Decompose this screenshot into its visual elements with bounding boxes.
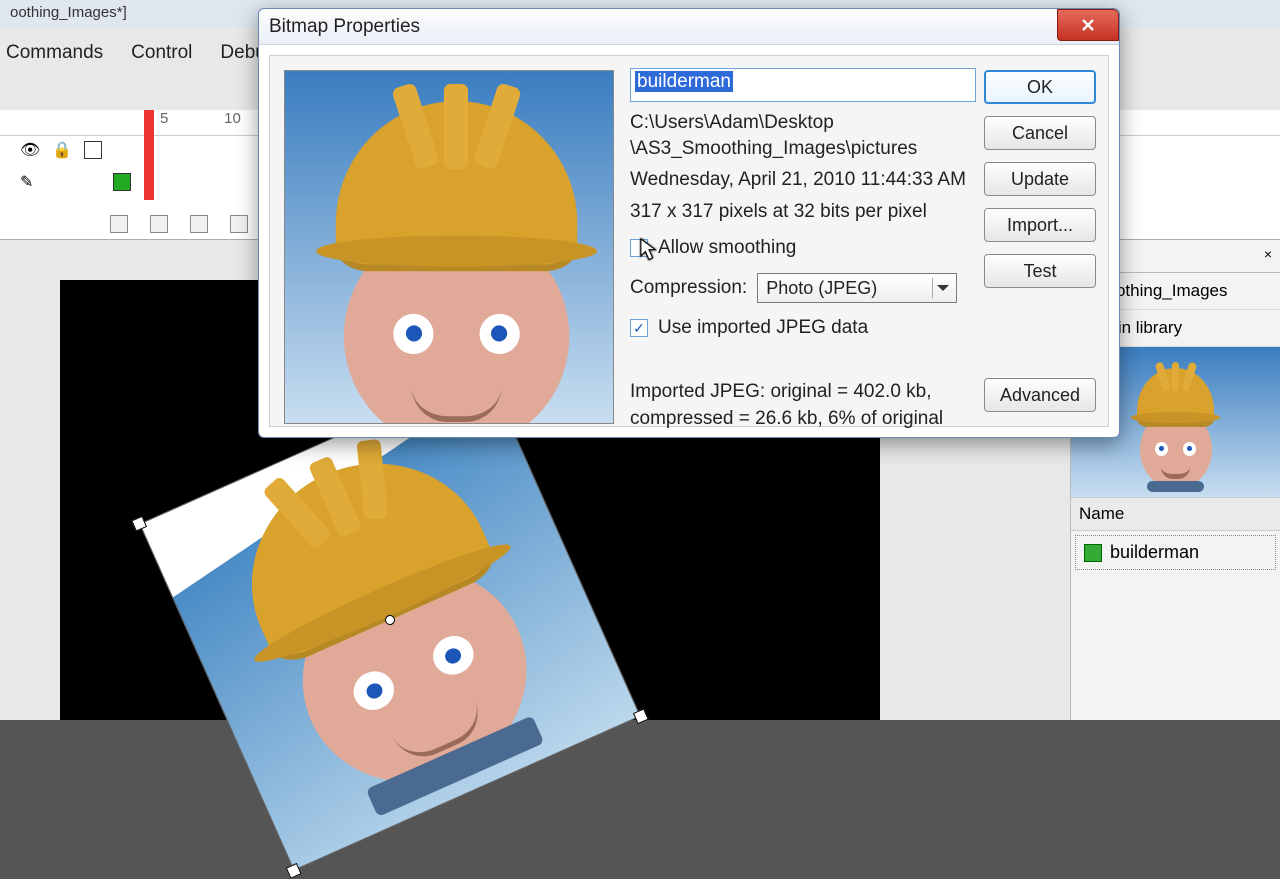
compression-select[interactable]: Photo (JPEG) xyxy=(757,273,957,303)
menu-control[interactable]: Control xyxy=(131,42,192,64)
bitmap-path: C:\Users\Adam\Desktop \AS3_Smoothing_Ima… xyxy=(630,110,976,161)
lock-icon[interactable]: 🔒 xyxy=(52,140,72,160)
layer-icons: 👁 🔒 xyxy=(20,140,102,160)
library-column-header[interactable]: Name xyxy=(1071,497,1280,531)
import-info: Imported JPEG: original = 402.0 kb, comp… xyxy=(630,379,976,432)
test-button[interactable]: Test xyxy=(984,254,1096,288)
library-item-name: builderman xyxy=(1110,542,1199,563)
update-button[interactable]: Update xyxy=(984,162,1096,196)
bitmap-preview xyxy=(284,70,614,424)
allow-smoothing-row: Allow smoothing xyxy=(630,237,976,259)
cancel-button[interactable]: Cancel xyxy=(984,116,1096,150)
dialog-body: builderman C:\Users\Adam\Desktop \AS3_Sm… xyxy=(269,55,1109,427)
playhead-line xyxy=(148,136,150,196)
timeline-btn[interactable] xyxy=(150,215,168,233)
dialog-close-button[interactable] xyxy=(1057,9,1119,41)
layer-color-swatch[interactable] xyxy=(113,173,131,191)
use-imported-checkbox[interactable] xyxy=(630,319,648,337)
ruler-mark: 5 xyxy=(160,110,220,127)
advanced-button[interactable]: Advanced xyxy=(984,378,1096,412)
compression-row: Compression: Photo (JPEG) xyxy=(630,273,976,303)
timeline-btn[interactable] xyxy=(110,215,128,233)
dialog-fields: builderman C:\Users\Adam\Desktop \AS3_Sm… xyxy=(630,68,976,432)
builderman-graphic xyxy=(1116,357,1236,497)
close-icon xyxy=(1079,16,1097,34)
library-item[interactable]: builderman xyxy=(1075,535,1276,570)
builderman-graphic xyxy=(284,70,614,424)
close-icon[interactable]: × xyxy=(1264,246,1272,262)
use-imported-row: Use imported JPEG data xyxy=(630,317,976,339)
dialog-titlebar[interactable]: Bitmap Properties xyxy=(259,9,1119,45)
timeline-btn[interactable] xyxy=(190,215,208,233)
allow-smoothing-checkbox[interactable] xyxy=(630,239,648,257)
bitmap-icon xyxy=(1084,544,1102,562)
visibility-icon[interactable]: 👁 xyxy=(20,140,40,160)
stage-bitmap-instance[interactable] xyxy=(139,369,641,871)
dialog-buttons: OK Cancel Update Import... Test xyxy=(984,70,1096,288)
compression-value: Photo (JPEG) xyxy=(766,278,877,299)
import-button[interactable]: Import... xyxy=(984,208,1096,242)
chevron-down-icon xyxy=(932,278,952,298)
timeline-btn[interactable] xyxy=(230,215,248,233)
menu-commands[interactable]: Commands xyxy=(6,42,103,64)
layer-row[interactable]: ✎ xyxy=(20,172,131,192)
pencil-icon: ✎ xyxy=(20,172,33,192)
use-imported-label: Use imported JPEG data xyxy=(658,317,868,339)
ok-button[interactable]: OK xyxy=(984,70,1096,104)
bitmap-name-value: builderman xyxy=(635,71,733,92)
outline-swatch[interactable] xyxy=(84,141,102,159)
bitmap-name-input[interactable]: builderman xyxy=(630,68,976,102)
compression-label: Compression: xyxy=(630,277,747,299)
bitmap-date: Wednesday, April 21, 2010 11:44:33 AM xyxy=(630,169,976,191)
allow-smoothing-label: Allow smoothing xyxy=(658,237,796,259)
timeline-controls xyxy=(110,215,248,233)
dialog-title: Bitmap Properties xyxy=(269,16,420,38)
bitmap-dimensions: 317 x 317 pixels at 32 bits per pixel xyxy=(630,201,976,223)
host-title: oothing_Images*] xyxy=(10,4,127,21)
bitmap-properties-dialog: Bitmap Properties builderman C:\Users\Ad… xyxy=(258,8,1120,438)
